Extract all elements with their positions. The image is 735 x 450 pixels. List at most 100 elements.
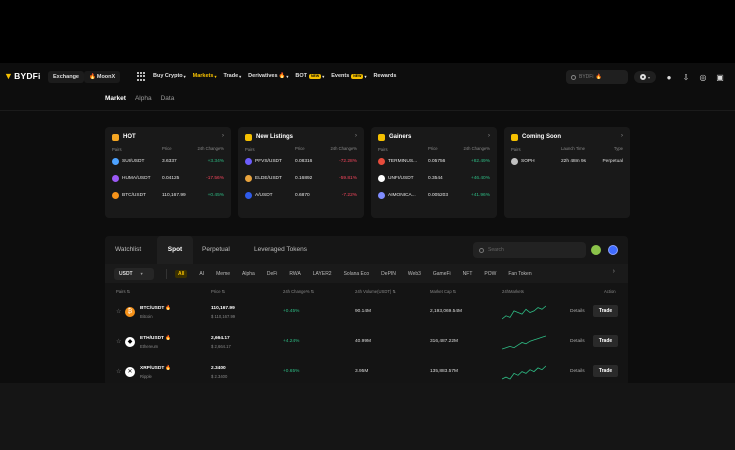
chevron-right-icon[interactable]: › — [488, 132, 490, 139]
filter-layer2[interactable]: LAYER2 — [313, 271, 332, 277]
tab-spot[interactable]: Spot — [157, 236, 193, 264]
nav-item-derivatives[interactable]: Derivatives 🔥 ▾ — [248, 73, 288, 79]
tab-watchlist[interactable]: Watchlist — [115, 236, 141, 264]
details-link[interactable]: Details — [570, 339, 585, 344]
card-row[interactable]: SOPH 22h 48m 9s Perpetual — [511, 153, 623, 170]
filter-green-icon[interactable] — [591, 245, 601, 255]
chevron-right-icon[interactable]: › — [355, 132, 357, 139]
user-icon[interactable]: ● — [664, 72, 674, 82]
quote-currency-select[interactable]: USDT ▾ — [114, 267, 154, 280]
sparkline — [502, 305, 546, 320]
card-row[interactable]: PFVS/USDT 0.08316 -72.28% — [245, 153, 357, 170]
card-change: -17.56% — [206, 176, 224, 181]
filter-depin[interactable]: DePIN — [381, 271, 396, 277]
card-title[interactable]: Gainers — [378, 132, 490, 142]
card-title[interactable]: Coming Soon — [511, 132, 623, 142]
pair-label: TERMINUS... — [388, 159, 418, 164]
coin-name: Ripple — [140, 374, 152, 379]
card-row[interactable]: BTC/USDT 110,167.99 +0.45% — [112, 187, 224, 204]
column-header[interactable]: Price ⇅ — [211, 289, 225, 294]
filter-fan-token[interactable]: Fan Token — [508, 271, 531, 277]
card-row[interactable]: TERMINUS... 0.05756 +82.49% — [378, 153, 490, 170]
card-title[interactable]: New Listings — [245, 132, 357, 142]
filter-pow[interactable]: POW — [484, 271, 496, 277]
filter-gamefi[interactable]: GameFi — [433, 271, 451, 277]
card-row[interactable]: ELDE/USDT 0.16892 -59.81% — [245, 170, 357, 187]
filter-blue-icon[interactable] — [608, 245, 618, 255]
settings-toggle[interactable]: ▾ — [634, 71, 656, 83]
table-row[interactable]: ☆ ◆ ETH/USDT🔥 Ethereum 2,664.17 $ 2,664.17 +4.… — [105, 328, 628, 356]
chevron-right-icon[interactable]: › — [613, 268, 615, 275]
nav-item-label: Markets — [192, 73, 214, 79]
star-icon[interactable]: ☆ — [116, 308, 121, 315]
filter-solana-eco[interactable]: Solana Eco — [344, 271, 370, 277]
column-header[interactable]: 24h Change% ⇅ — [283, 289, 314, 294]
nav-item-bot[interactable]: BOT NEW ▾ — [295, 73, 324, 79]
moonx-button[interactable]: 🔥MoonX — [84, 71, 121, 83]
change-percent: +0.45% — [283, 309, 300, 314]
divider — [0, 110, 735, 111]
coin-icon: ₿ — [125, 307, 135, 317]
column-header[interactable]: Pairs ⇅ — [116, 289, 130, 294]
filter-meme[interactable]: Meme — [216, 271, 230, 277]
pair-label: ELDE/USDT — [255, 176, 282, 181]
coin-icon — [378, 158, 385, 165]
header-icons: ▾ ● ⇩ ◎ ▣ — [634, 71, 732, 83]
column-header: Action — [604, 289, 616, 294]
trade-button[interactable]: Trade — [593, 305, 618, 317]
new-badge: NEW — [309, 73, 322, 79]
nav-item-markets[interactable]: Markets ▾ — [193, 73, 217, 79]
table-row[interactable]: ☆ ₿ BTC/USDT🔥 Bitcoin 110,167.99 $ 110,167.99… — [105, 298, 628, 326]
fire-icon: 🔥 — [278, 73, 286, 79]
card-change: -72.28% — [339, 159, 357, 164]
wallet-icon[interactable]: ▣ — [715, 72, 725, 82]
subnav-tab-alpha[interactable]: Alpha — [135, 95, 152, 106]
filter-ai[interactable]: AI — [199, 271, 204, 277]
globe-icon[interactable]: ◎ — [698, 72, 708, 82]
card-column-header: 24h Change% — [197, 146, 224, 151]
top-header: ▼ BYDFi Exchange 🔥MoonX Buy Crypto ▾ Market… — [0, 63, 735, 91]
card-row[interactable]: AIMONICA... 0.005203 +41.96% — [378, 187, 490, 204]
exchange-button[interactable]: Exchange — [48, 71, 84, 83]
card-title-text: Coming Soon — [522, 134, 561, 140]
trade-button[interactable]: Trade — [593, 335, 618, 347]
nav-item-rewards[interactable]: Rewards — [373, 73, 396, 79]
tab-perpetual[interactable]: Perpetual — [202, 236, 230, 264]
chevron-right-icon[interactable]: › — [222, 132, 224, 139]
card-row[interactable]: UNFI/USDT 0.3544 +46.40% — [378, 170, 490, 187]
logo-text: BYDFi — [14, 71, 41, 81]
download-icon[interactable]: ⇩ — [681, 72, 691, 82]
chevron-down-icon: ▾ — [140, 271, 143, 276]
card-row[interactable]: SUI/USDT 3.6337 +3.34% — [112, 153, 224, 170]
header-search-input[interactable]: BYDFi 🔥 — [566, 70, 628, 84]
subnav-tab-market[interactable]: Market — [105, 95, 126, 106]
filter-defi[interactable]: DeFi — [267, 271, 278, 277]
star-icon[interactable]: ☆ — [116, 338, 121, 345]
filter-rwa[interactable]: RWA — [289, 271, 300, 277]
price-usd: $ 110,167.99 — [211, 314, 236, 319]
filter-alpha[interactable]: Alpha — [242, 271, 255, 277]
column-header[interactable]: 24h Volume(USDT) ⇅ — [355, 289, 396, 294]
card-row[interactable]: A/USDT 0.6870 -7.22% — [245, 187, 357, 204]
filter-nft[interactable]: NFT — [463, 271, 473, 277]
nav-item-trade[interactable]: Trade ▾ — [223, 73, 241, 79]
filter-web3[interactable]: Web3 — [408, 271, 421, 277]
tab-leveraged-tokens[interactable]: Leveraged Tokens — [254, 236, 307, 264]
filter-all[interactable]: All — [175, 269, 188, 278]
pair-label: PFVS/USDT — [255, 159, 282, 164]
column-header[interactable]: Market Cap ⇅ — [430, 289, 456, 294]
subnav-tab-data[interactable]: Data — [161, 95, 175, 106]
apps-grid-icon[interactable] — [137, 72, 146, 81]
market-search-input[interactable]: Search — [473, 242, 586, 258]
bydfi-logo[interactable]: ▼ BYDFi — [4, 71, 41, 81]
star-icon[interactable]: ☆ — [116, 368, 121, 375]
card-row[interactable]: HUMA/USDT 0.04125 -17.56% — [112, 170, 224, 187]
details-link[interactable]: Details — [570, 369, 585, 374]
table-row[interactable]: ☆ ✕ XRP/USDT🔥 Ripple 2.3400 $ 2.3400 +0.65% 3.9… — [105, 358, 628, 383]
details-link[interactable]: Details — [570, 309, 585, 314]
trade-button[interactable]: Trade — [593, 365, 618, 377]
card-title[interactable]: HOT — [112, 132, 224, 142]
nav-item-buy-crypto[interactable]: Buy Crypto ▾ — [153, 73, 186, 79]
chevron-right-icon[interactable]: › — [621, 132, 623, 139]
nav-item-events[interactable]: Events NEW ▾ — [331, 73, 366, 79]
